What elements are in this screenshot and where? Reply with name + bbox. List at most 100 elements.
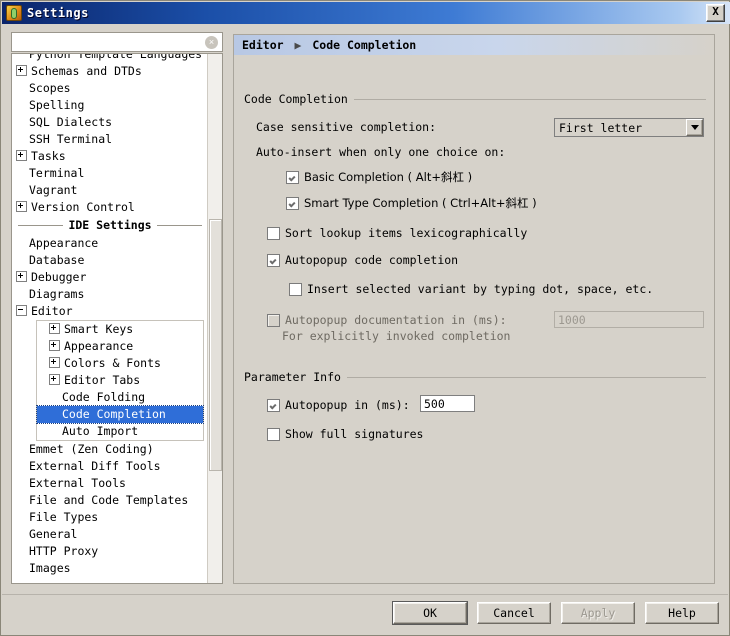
sidebar-item[interactable]: Spelling: [12, 97, 208, 114]
expand-icon[interactable]: [49, 374, 60, 385]
basic-completion-checkbox[interactable]: [286, 170, 299, 184]
sort-lookup-checkbox[interactable]: [267, 226, 280, 240]
sidebar-item[interactable]: HTTP Proxy: [12, 543, 208, 560]
sort-lookup-row[interactable]: Sort lookup items lexicographically: [267, 226, 527, 240]
sidebar-item[interactable]: Terminal: [12, 165, 208, 182]
sidebar-item[interactable]: Python Template Languages: [12, 54, 208, 63]
tree-viewport: Python Template Languages Schemas and DTD…: [12, 54, 208, 583]
smart-type-completion-checkbox[interactable]: [286, 196, 299, 210]
expand-icon[interactable]: [16, 201, 27, 212]
group-divider: [353, 98, 706, 100]
tree-item-label: File and Code Templates: [29, 493, 189, 507]
sidebar-item[interactable]: SSH Terminal: [12, 131, 208, 148]
settings-detail-panel: Editor ▶ Code Completion Code Completion…: [233, 34, 715, 584]
param-autopopup-input[interactable]: [420, 395, 475, 412]
sidebar-item[interactable]: File and Code Templates: [12, 492, 208, 509]
auto-insert-label: Auto-insert when only one choice on:: [256, 145, 506, 159]
sidebar-item[interactable]: File Types: [12, 509, 208, 526]
autopopup-code-checkbox[interactable]: [267, 253, 280, 267]
sidebar-item[interactable]: Debugger: [12, 269, 208, 286]
tree-item-label: Diagrams: [29, 287, 85, 301]
search-box[interactable]: ×: [11, 32, 223, 52]
sidebar-item[interactable]: SQL Dialects: [12, 114, 208, 131]
sidebar-item[interactable]: Emmet (Zen Coding): [12, 441, 208, 458]
sidebar-item[interactable]: Editor Tabs: [37, 372, 203, 389]
expand-icon[interactable]: [49, 323, 60, 334]
case-sensitive-value: First letter: [555, 120, 686, 135]
tree-item-label: Tasks: [31, 149, 66, 163]
tree-item-label: Emmet (Zen Coding): [29, 442, 154, 456]
editor-children-group: Smart Keys Appearance Colors & Fonts Editor…: [12, 320, 208, 441]
basic-completion-label: Basic Completion ( Alt+斜杠 ): [304, 170, 473, 184]
search-input[interactable]: [16, 33, 205, 51]
expand-icon[interactable]: [16, 150, 27, 161]
case-sensitive-select[interactable]: First letter: [554, 118, 704, 137]
sidebar-item[interactable]: Appearance: [37, 338, 203, 355]
tree-item-label: Schemas and DTDs: [31, 64, 142, 78]
sidebar-item[interactable]: Images: [12, 560, 208, 577]
show-signatures-row[interactable]: Show full signatures: [267, 427, 423, 441]
insert-variant-row[interactable]: Insert selected variant by typing dot, s…: [289, 282, 653, 296]
tree-item-label: External Tools: [29, 476, 126, 490]
sidebar-item-selected[interactable]: Code Completion: [36, 405, 204, 424]
autopopup-code-row[interactable]: Autopopup code completion: [267, 253, 458, 267]
close-icon[interactable]: X: [706, 4, 725, 22]
sidebar-item[interactable]: Diagrams: [12, 286, 208, 303]
settings-tree[interactable]: Python Template Languages Schemas and DTD…: [11, 53, 223, 584]
autopopup-doc-input[interactable]: [554, 311, 704, 328]
insert-variant-checkbox[interactable]: [289, 282, 302, 296]
apply-button[interactable]: Apply: [561, 602, 635, 624]
ok-button[interactable]: OK: [393, 602, 467, 624]
sidebar-item[interactable]: General: [12, 526, 208, 543]
autopopup-doc-row[interactable]: Autopopup documentation in (ms):: [267, 313, 507, 327]
clear-search-icon[interactable]: ×: [205, 35, 218, 49]
param-autopopup-checkbox[interactable]: [267, 398, 280, 412]
sidebar-item[interactable]: Tasks: [12, 148, 208, 165]
chevron-right-icon: ▶: [294, 38, 302, 52]
cancel-button[interactable]: Cancel: [477, 602, 551, 624]
autopopup-doc-hint: For explicitly invoked completion: [282, 329, 511, 343]
param-autopopup-row[interactable]: Autopopup in (ms):: [267, 398, 410, 412]
expand-icon[interactable]: [49, 357, 60, 368]
sidebar-item[interactable]: Appearance: [12, 235, 208, 252]
tree-item-label: Colors & Fonts: [64, 356, 161, 370]
tree-scrollbar[interactable]: [207, 54, 222, 583]
expand-icon[interactable]: [16, 271, 27, 282]
breadcrumb-parent[interactable]: Editor: [242, 38, 284, 52]
show-signatures-checkbox[interactable]: [267, 427, 280, 441]
collapse-icon[interactable]: [16, 305, 27, 316]
sidebar-item[interactable]: Scopes: [12, 80, 208, 97]
tree-item-label: Appearance: [29, 236, 99, 250]
sidebar-item[interactable]: Auto Import: [37, 423, 203, 440]
separator-line-right: [156, 225, 202, 226]
settings-sidebar: × Python Template Languages Schemas and D…: [11, 32, 223, 584]
sidebar-item[interactable]: Database: [12, 252, 208, 269]
autopopup-doc-checkbox[interactable]: [267, 313, 280, 327]
expand-icon[interactable]: [49, 340, 60, 351]
sidebar-item[interactable]: Version Control: [12, 199, 208, 216]
sidebar-item[interactable]: External Tools: [12, 475, 208, 492]
sidebar-item[interactable]: Code Folding: [37, 389, 203, 406]
param-autopopup-label: Autopopup in (ms):: [285, 398, 410, 412]
sidebar-item[interactable]: External Diff Tools: [12, 458, 208, 475]
tree-item-label: Code Folding: [62, 390, 146, 404]
code-completion-group-header: Code Completion: [244, 92, 706, 106]
sidebar-item[interactable]: Editor: [12, 303, 208, 320]
sidebar-item[interactable]: Vagrant: [12, 182, 208, 199]
footer-divider: [2, 594, 728, 595]
help-button[interactable]: Help: [645, 602, 719, 624]
tree-item-label: General: [29, 527, 78, 541]
tree-item-label: External Diff Tools: [29, 459, 161, 473]
basic-completion-row[interactable]: Basic Completion ( Alt+斜杠 ): [286, 169, 472, 185]
chevron-down-icon[interactable]: [686, 119, 703, 136]
smart-type-completion-row[interactable]: Smart Type Completion ( Ctrl+Alt+斜杠 ): [286, 195, 537, 211]
dialog-buttons: OK Cancel Apply Help: [393, 602, 719, 624]
tree-item-label: Editor: [31, 304, 73, 318]
sidebar-item[interactable]: Colors & Fonts: [37, 355, 203, 372]
expand-icon[interactable]: [16, 65, 27, 76]
group-divider: [346, 376, 706, 378]
sidebar-item[interactable]: Smart Keys: [37, 321, 203, 338]
tree-scrollbar-thumb[interactable]: [209, 219, 222, 471]
settings-dialog: Settings X × Python Template Languages Sc…: [0, 0, 730, 636]
sidebar-item[interactable]: Schemas and DTDs: [12, 63, 208, 80]
